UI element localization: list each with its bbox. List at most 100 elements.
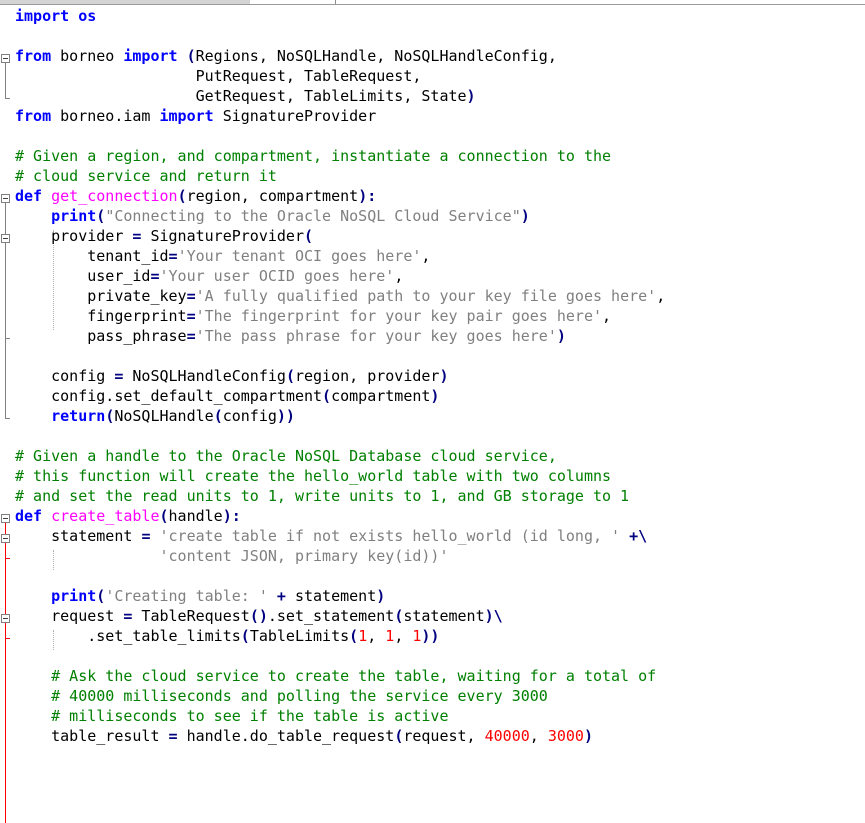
fold-toggle-icon[interactable] (1, 614, 10, 623)
code-token: )) (276, 407, 295, 425)
code-token: = (186, 287, 196, 305)
code-token: ) (430, 387, 440, 405)
fold-toggle-icon[interactable] (1, 54, 10, 63)
fold-end-tick (5, 558, 10, 559)
code-line-21: return(NoSQLHandle(config)) (51, 407, 295, 425)
code-line-14: user_id='Your user OCID goes here', (15, 267, 404, 285)
code-token: +\ (629, 527, 648, 545)
code-token: ) (556, 327, 566, 345)
code-token: ( (394, 607, 404, 625)
code-token: create_table (51, 507, 160, 525)
fold-toggle-icon[interactable] (1, 534, 10, 543)
fold-end-tick (5, 98, 10, 99)
code-token: get_connection (51, 187, 178, 205)
code-line-28: 'content JSON, primary key(id))' (15, 546, 449, 566)
fold-end-tick (5, 638, 10, 639)
code-token: + (276, 587, 286, 605)
code-token: 'Creating table: ' (105, 587, 268, 605)
code-token: ( (159, 507, 169, 525)
code-token: ( (394, 727, 404, 745)
code-line-13: tenant_id='Your tenant OCI goes here', (15, 247, 431, 265)
code-token: = (123, 607, 133, 625)
code-token: ( (96, 207, 106, 225)
code-token: import os (15, 7, 97, 25)
code-token: import (159, 107, 214, 125)
code-line-23: # Given a handle to the Oracle NoSQL Dat… (15, 447, 557, 465)
code-line-24: # this function will create the hello_wo… (15, 467, 612, 485)
code-token: ( (304, 227, 314, 245)
code-token: ) (583, 727, 593, 745)
code-token: def (15, 507, 43, 525)
code-token: = (132, 227, 142, 245)
code-token: = (186, 327, 196, 345)
tab-strip-rule (0, 4, 865, 5)
code-token: ( (213, 407, 223, 425)
code-token: 'content JSON, primary key(id))' (159, 547, 449, 565)
code-line-15: private_key='A fully qualified path to y… (15, 287, 666, 305)
code-token: 'Your tenant OCI goes here' (177, 247, 422, 265)
code-line-25: # and set the read units to 1, write uni… (15, 487, 630, 505)
code-token: = (186, 307, 196, 325)
code-token: def (15, 187, 43, 205)
code-token: ( (285, 367, 295, 385)
code-token: ( (322, 387, 332, 405)
code-token: = (114, 367, 124, 385)
code-line-35: # 40000 milliseconds and polling the ser… (15, 687, 548, 705)
code-token: ( (240, 627, 250, 645)
code-line-17: pass_phrase='The pass phrase for your ke… (15, 327, 566, 345)
code-line-19: config = NoSQLHandleConfig(region, provi… (15, 367, 449, 385)
code-token: = (168, 727, 178, 745)
code-token: ( (105, 407, 115, 425)
code-token: return (51, 407, 106, 425)
code-line-10: def get_connection(region, compartment): (15, 187, 377, 205)
code-token: import (123, 47, 178, 65)
code-token: ) (466, 87, 476, 105)
code-token: 1 (358, 627, 368, 645)
fold-end-tick (5, 418, 10, 419)
code-token: 3000 (547, 727, 584, 745)
code-token: ): (358, 187, 377, 205)
code-token: ) (376, 587, 386, 605)
code-line-12: provider = SignatureProvider( (15, 227, 314, 245)
code-line-9: # cloud service and return it (15, 167, 277, 185)
fold-line (5, 63, 6, 98)
code-token: () (249, 607, 268, 625)
code-line-36: # milliseconds to see if the table is ac… (15, 707, 449, 725)
code-line-11: print("Connecting to the Oracle NoSQL Cl… (15, 206, 530, 226)
code-token: ( (177, 187, 187, 205)
code-token: ) (520, 207, 530, 225)
code-token: 'The fingerprint for your key pair goes … (195, 307, 603, 325)
code-token: 'Your user OCID goes here' (159, 267, 395, 285)
fold-toggle-icon[interactable] (1, 514, 10, 523)
code-token: ( (96, 587, 106, 605)
code-line-1: import os (15, 6, 96, 26)
code-line-6: from borneo.iam import SignatureProvider (15, 107, 377, 125)
code-token: 'A fully qualified path to your key file… (195, 287, 657, 305)
fold-toggle-icon[interactable] (1, 234, 10, 243)
code-editor[interactable]: import os from borneo import (Regions, N… (0, 6, 865, 823)
code-line-26: def create_table(handle): (15, 507, 241, 525)
code-line-3: from borneo import (Regions, NoSQLHandle… (15, 47, 557, 65)
modified-region-bar (5, 523, 6, 823)
code-token: = (141, 527, 151, 545)
fold-end-tick (5, 338, 10, 339)
code-line-37: table_result = handle.do_table_request(r… (15, 727, 593, 745)
code-token: print (51, 207, 97, 225)
code-token: 40000 (484, 727, 530, 745)
code-token: 'create table if not exists hello_world … (159, 527, 621, 545)
code-line-32: .set_table_limits(TableLimits(1, 1, 1)) (15, 627, 440, 645)
fold-toggle-icon[interactable] (1, 194, 10, 203)
code-token: "Connecting to the Oracle NoSQL Cloud Se… (105, 207, 521, 225)
code-token: ) (439, 367, 449, 385)
code-token: 'The pass phrase for your key goes here' (195, 327, 557, 345)
code-line-8: # Given a region, and compartment, insta… (15, 147, 612, 165)
code-line-20: config.set_default_compartment(compartme… (15, 387, 440, 405)
code-token: print (51, 587, 97, 605)
code-line-5: GetRequest, TableLimits, State) (15, 87, 476, 105)
code-line-4: PutRequest, TableRequest, (15, 67, 422, 85)
code-line-31: request = TableRequest().set_statement(s… (15, 607, 503, 625)
code-token: ): (222, 507, 241, 525)
code-line-30: print('Creating table: ' + statement) (51, 587, 386, 605)
code-token: )) (421, 627, 440, 645)
code-token: 1 (385, 627, 395, 645)
